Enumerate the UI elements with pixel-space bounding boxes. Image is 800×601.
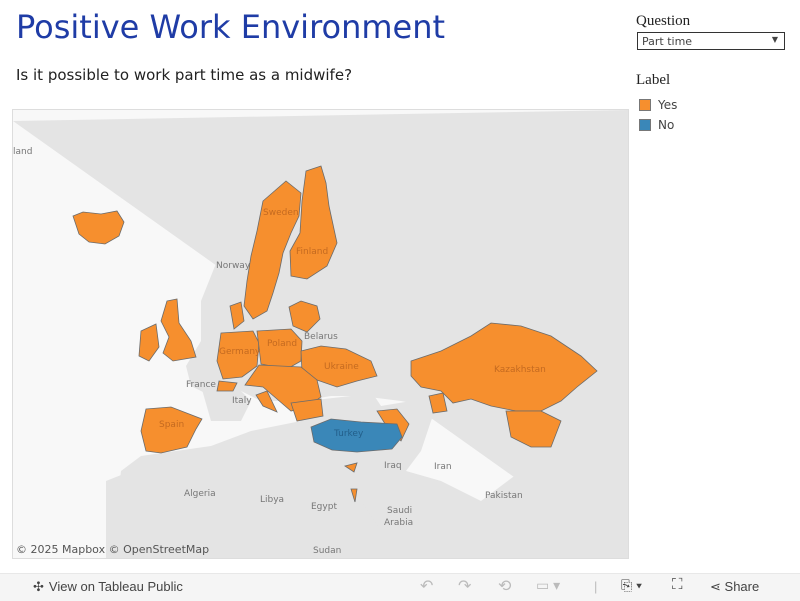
map-label-libya: Libya bbox=[260, 495, 284, 505]
choropleth-map[interactable]: land Norway Sweden Finland Belarus Polan… bbox=[12, 109, 629, 559]
map-label-kazakhstan: Kazakhstan bbox=[494, 365, 546, 375]
country-iceland[interactable] bbox=[72, 210, 125, 245]
map-label-sweden: Sweden bbox=[263, 208, 299, 218]
map-label-belarus: Belarus bbox=[304, 332, 338, 342]
map-label-sudan: Sudan bbox=[313, 546, 341, 556]
map-label-italy: Italy bbox=[232, 396, 252, 406]
map-label-norway: Norway bbox=[216, 261, 251, 271]
fullscreen-icon[interactable]: ⛶ bbox=[672, 576, 683, 593]
legend-title: Label bbox=[636, 72, 671, 88]
map-label-iraq: Iraq bbox=[384, 461, 402, 471]
map-label-egypt: Egypt bbox=[311, 502, 337, 512]
page-title: Positive Work Environment bbox=[16, 8, 446, 46]
map-label-finland: Finland bbox=[296, 247, 328, 257]
map-label-arabia: Arabia bbox=[384, 518, 413, 528]
country-spain-portugal[interactable] bbox=[140, 406, 203, 454]
map-label-algeria: Algeria bbox=[184, 489, 216, 499]
toolbar-divider: | bbox=[594, 579, 598, 594]
revert-icon[interactable]: ⟲ bbox=[498, 576, 511, 596]
map-label-poland: Poland bbox=[267, 339, 297, 349]
tableau-logo-icon: ✣ bbox=[33, 579, 44, 594]
share-label: Share bbox=[724, 579, 760, 594]
map-attribution[interactable]: © 2025 Mapbox © OpenStreetMap bbox=[16, 543, 209, 556]
map-svg: land Norway Sweden Finland Belarus Polan… bbox=[13, 110, 628, 558]
question-dropdown[interactable]: Part time ▼ bbox=[637, 32, 785, 50]
legend-item-yes[interactable]: Yes bbox=[639, 98, 677, 112]
redo-icon[interactable]: ↷ bbox=[458, 576, 471, 596]
map-label-pakistan: Pakistan bbox=[485, 491, 523, 501]
legend-label-no: No bbox=[658, 118, 675, 132]
bottom-toolbar: ✣ View on Tableau Public ↶ ↷ ⟲ ▭ ▾ | ⎘ ▾ … bbox=[0, 573, 800, 601]
legend-swatch-yes bbox=[639, 99, 651, 111]
map-label-spain: Spain bbox=[159, 420, 184, 430]
country-switzerland[interactable] bbox=[216, 380, 238, 392]
map-label-france: France bbox=[186, 380, 216, 390]
view-on-tableau-label: View on Tableau Public bbox=[48, 579, 183, 594]
download-icon[interactable]: ⎘ ▾ bbox=[621, 577, 642, 594]
country-poland[interactable] bbox=[256, 328, 303, 370]
map-label-ukraine: Ukraine bbox=[324, 362, 359, 372]
share-button[interactable]: ⋖ Share bbox=[710, 579, 759, 595]
question-dropdown-value: Part time bbox=[642, 35, 693, 48]
undo-icon[interactable]: ↶ bbox=[420, 576, 433, 596]
map-label-germany: Germany bbox=[219, 347, 261, 357]
view-on-tableau-link[interactable]: ✣ View on Tableau Public bbox=[33, 579, 183, 595]
map-label-land: land bbox=[13, 147, 32, 157]
legend-item-no[interactable]: No bbox=[639, 118, 674, 132]
map-label-turkey: Turkey bbox=[333, 429, 364, 439]
dropdown-arrow-icon: ▼ bbox=[771, 35, 778, 44]
country-uk[interactable] bbox=[160, 298, 197, 362]
legend-swatch-no bbox=[639, 119, 651, 131]
refresh-icon[interactable]: ▭ ▾ bbox=[536, 577, 560, 594]
legend-label-yes: Yes bbox=[658, 98, 678, 112]
country-ireland[interactable] bbox=[138, 323, 160, 362]
map-label-iran: Iran bbox=[434, 462, 452, 472]
map-label-saudi: Saudi bbox=[387, 506, 412, 516]
page-subtitle: Is it possible to work part time as a mi… bbox=[16, 66, 353, 84]
share-icon: ⋖ bbox=[710, 579, 721, 594]
filter-title: Question bbox=[636, 13, 691, 29]
